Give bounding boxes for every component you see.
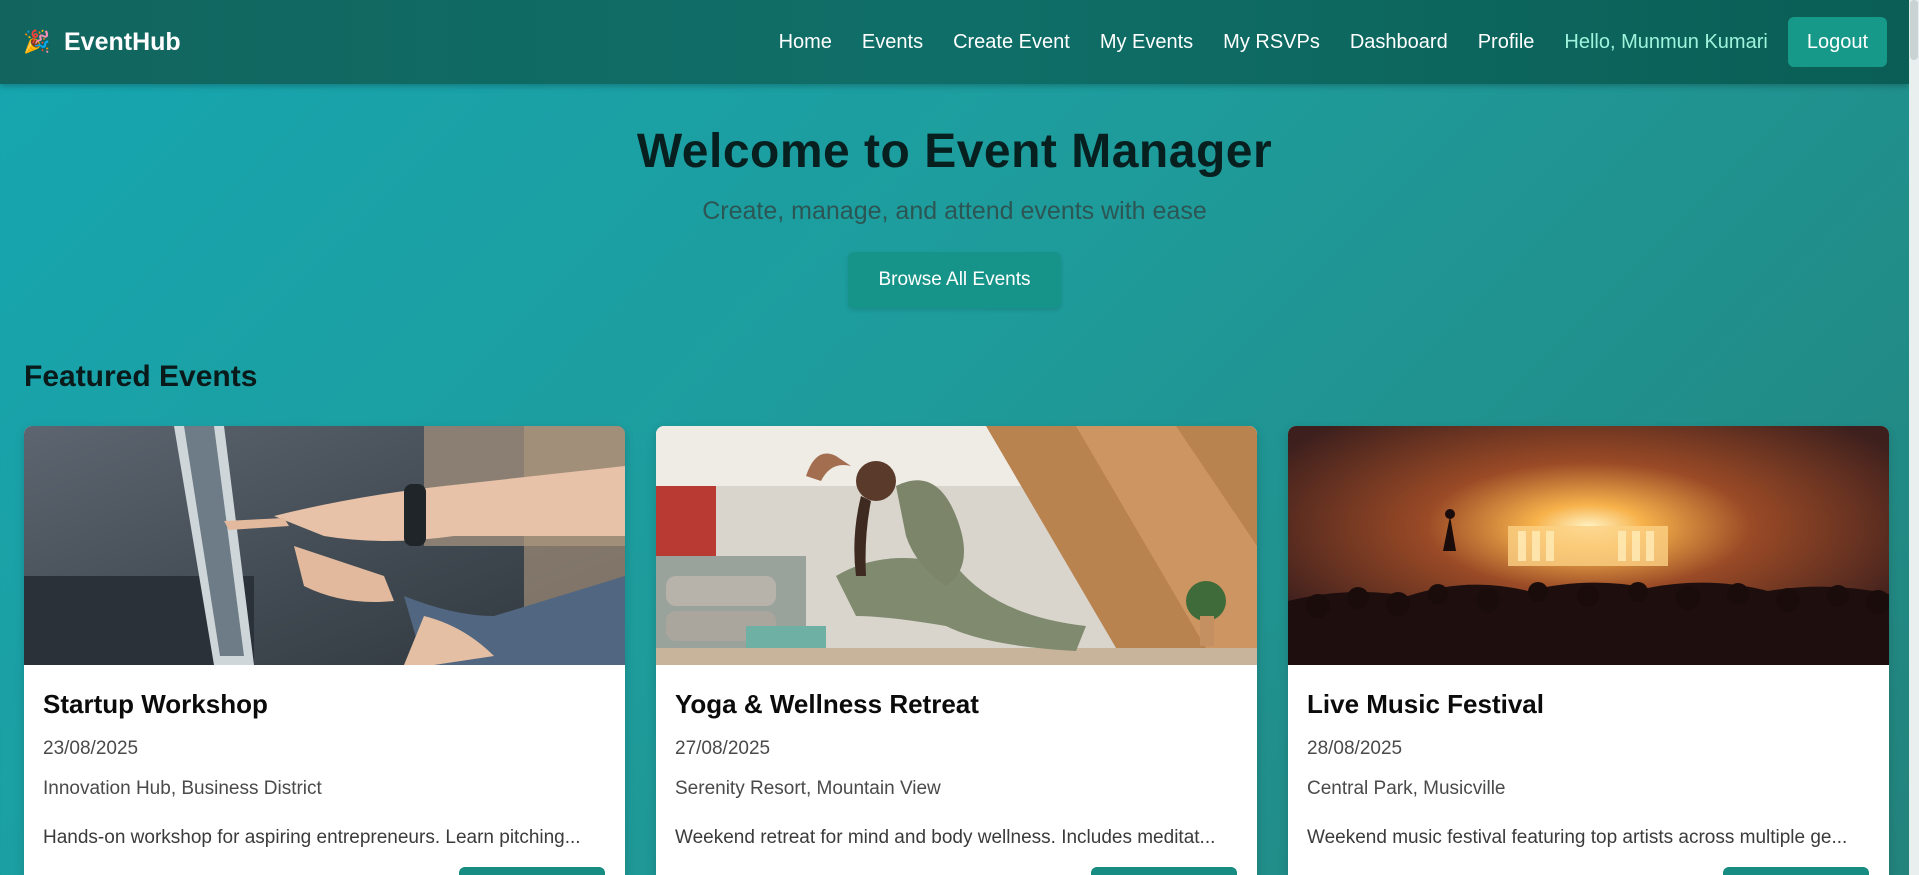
laptop-workshop-photo — [24, 426, 625, 665]
event-title: Live Music Festival — [1307, 689, 1544, 719]
nav-link-dashboard[interactable]: Dashboard — [1350, 31, 1448, 54]
event-image — [1288, 426, 1889, 665]
featured-events-list: Startup Workshop 23/08/2025 Innovation H… — [24, 426, 1889, 875]
nav-links: Home Events Create Event My Events My RS… — [779, 17, 1887, 67]
event-card-body: Startup Workshop 23/08/2025 Innovation H… — [24, 665, 625, 849]
event-card-body: Live Music Festival 28/08/2025 Central P… — [1288, 665, 1889, 849]
nav-link-home[interactable]: Home — [779, 31, 832, 54]
event-description: Weekend retreat for mind and body wellne… — [675, 827, 1216, 848]
scrollbar-thumb[interactable] — [1910, 0, 1918, 60]
nav-link-my-rsvps[interactable]: My RSVPs — [1223, 31, 1320, 54]
event-location: Serenity Resort, Mountain View — [675, 778, 941, 799]
event-title: Startup Workshop — [43, 689, 268, 719]
event-details-button[interactable] — [1723, 867, 1869, 875]
event-card[interactable]: Yoga & Wellness Retreat 27/08/2025 Seren… — [656, 426, 1257, 875]
user-greeting: Hello, Munmun Kumari — [1564, 30, 1768, 53]
browse-all-events-button[interactable]: Browse All Events — [848, 252, 1061, 308]
brand-name: EventHub — [64, 27, 181, 56]
event-card-body: Yoga & Wellness Retreat 27/08/2025 Seren… — [656, 665, 1257, 849]
top-navbar: 🎉 EventHub Home Events Create Event My E… — [0, 0, 1909, 84]
party-popper-icon: 🎉 — [23, 29, 51, 54]
hero-title: Welcome to Event Manager — [636, 125, 1273, 178]
event-date: 23/08/2025 — [43, 738, 139, 759]
yoga-retreat-photo — [656, 426, 1257, 665]
event-card[interactable]: Live Music Festival 28/08/2025 Central P… — [1288, 426, 1889, 875]
event-details-button[interactable] — [1091, 867, 1237, 875]
event-date: 28/08/2025 — [1307, 738, 1403, 759]
event-date: 27/08/2025 — [675, 738, 771, 759]
nav-link-my-events[interactable]: My Events — [1100, 31, 1193, 54]
event-location: Central Park, Musicville — [1307, 778, 1506, 799]
featured-events-heading: Featured Events — [24, 360, 258, 393]
hero-section: Welcome to Event Manager Create, manage,… — [0, 84, 1909, 308]
brand[interactable]: 🎉 EventHub — [23, 27, 181, 57]
nav-link-create-event[interactable]: Create Event — [953, 31, 1070, 54]
page-scrollbar[interactable] — [1909, 0, 1919, 875]
hero-subtitle: Create, manage, and attend events with e… — [702, 197, 1207, 225]
event-description: Hands-on workshop for aspiring entrepren… — [43, 827, 581, 848]
logout-button[interactable]: Logout — [1787, 17, 1887, 67]
nav-link-events[interactable]: Events — [862, 31, 923, 54]
event-card[interactable]: Startup Workshop 23/08/2025 Innovation H… — [24, 426, 625, 875]
music-festival-photo — [1288, 426, 1889, 665]
event-location: Innovation Hub, Business District — [43, 778, 322, 799]
event-image — [24, 426, 625, 665]
event-title: Yoga & Wellness Retreat — [675, 689, 979, 719]
nav-link-profile[interactable]: Profile — [1478, 31, 1535, 54]
event-details-button[interactable] — [459, 867, 605, 875]
event-image — [656, 426, 1257, 665]
event-description: Weekend music festival featuring top art… — [1307, 827, 1848, 848]
